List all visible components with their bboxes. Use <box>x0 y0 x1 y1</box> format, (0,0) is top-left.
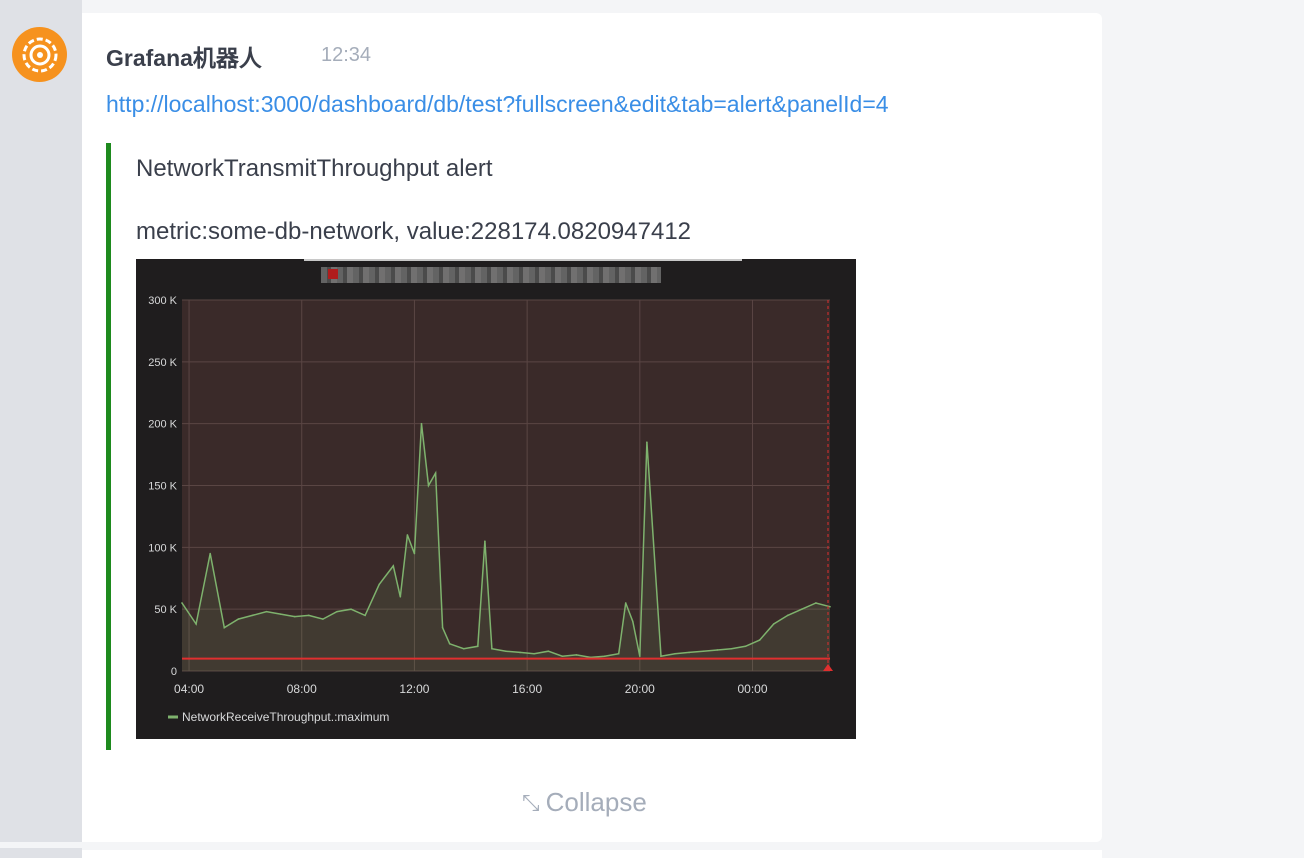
collapse-arrows-icon: ⤡ <box>522 789 540 815</box>
series-point <box>350 608 352 610</box>
series-point <box>688 651 690 654</box>
y-tick-label: 300 K <box>148 295 177 307</box>
series-point <box>772 623 775 625</box>
series-point <box>364 614 366 617</box>
series-point <box>491 647 493 650</box>
grafana-swirl-glyph <box>22 37 57 72</box>
x-tick-label: 16:00 <box>512 682 542 696</box>
series-point <box>716 649 719 651</box>
left-rail <box>0 0 82 842</box>
series-point <box>441 626 444 629</box>
series-point <box>434 472 437 474</box>
series-point <box>420 422 423 425</box>
series-point <box>744 645 747 648</box>
message-card: Grafana机器人 12:34 http://localhost:3000/d… <box>82 13 1102 842</box>
series-point <box>631 620 634 623</box>
series-point <box>617 652 620 655</box>
series-point <box>462 647 465 650</box>
series-point <box>702 650 705 653</box>
series-point <box>448 642 451 645</box>
series-point <box>505 650 507 653</box>
series-point <box>413 552 416 555</box>
series-point <box>427 484 430 487</box>
series-point <box>378 583 381 586</box>
alert-title: NetworkTransmitThroughput alert <box>136 155 493 182</box>
series-point <box>624 602 627 604</box>
series-point <box>758 639 761 641</box>
x-tick-label: 04:00 <box>174 682 204 696</box>
series-point <box>406 534 409 536</box>
alert-metric: metric:some-db-network, value:228174.082… <box>136 218 692 245</box>
message-timestamp: 12:34 <box>321 44 372 66</box>
alert-graph-image[interactable]: 0 50 K 100 K 150 K 200 K 250 K 300 K 04:00 08:00… <box>136 259 856 739</box>
series-point <box>322 618 324 620</box>
legend-label: NetworkReceiveThroughput.:maximum <box>182 710 389 724</box>
x-tick-label: 08:00 <box>287 682 317 696</box>
y-tick-label: 200 K <box>148 419 177 431</box>
collapse-button[interactable]: ⤡ Collapse <box>522 787 647 818</box>
series-point <box>209 552 211 555</box>
x-tick-label: 00:00 <box>738 682 768 696</box>
series-point <box>265 610 268 613</box>
series-point <box>730 647 733 650</box>
series-point <box>223 626 226 629</box>
collapse-label: Collapse <box>545 787 647 817</box>
series-point <box>237 618 240 620</box>
series-point <box>639 655 641 657</box>
dashboard-link[interactable]: http://localhost:3000/dashboard/db/test?… <box>106 91 889 118</box>
series-point <box>484 540 486 542</box>
grafana-logo-icon[interactable] <box>12 27 67 82</box>
next-message-card <box>82 850 1102 858</box>
series-point <box>399 596 402 598</box>
series-point <box>575 654 578 656</box>
network-throughput-chart: 0 50 K 100 K 150 K 200 K 250 K 300 K 04:00 08:00… <box>148 295 833 724</box>
series-point <box>603 655 606 657</box>
attachment-quote-bar <box>106 143 111 750</box>
series-point <box>293 615 296 618</box>
series-point <box>829 605 831 608</box>
series-point <box>519 651 521 654</box>
series-point <box>336 610 338 613</box>
series-point <box>477 645 479 648</box>
series-point <box>547 650 550 653</box>
series-point <box>786 614 789 617</box>
series-point <box>815 602 817 604</box>
y-tick-label: 100 K <box>148 542 177 554</box>
series-point <box>674 652 676 655</box>
series-point <box>660 655 662 657</box>
series-point <box>646 441 648 444</box>
y-tick-label: 0 <box>171 666 177 678</box>
series-point <box>561 655 564 657</box>
series-point <box>801 608 803 610</box>
series-point <box>392 565 395 567</box>
series-point <box>279 613 282 615</box>
next-message-rail <box>0 848 82 858</box>
y-tick-label: 50 K <box>154 604 177 616</box>
y-tick-label: 150 K <box>148 481 177 493</box>
x-tick-label: 12:00 <box>399 682 429 696</box>
series-point <box>251 614 254 617</box>
y-tick-label: 250 K <box>148 357 177 369</box>
sender-name[interactable]: Grafana机器人 <box>106 39 262 73</box>
series-point <box>533 652 535 655</box>
series-point <box>181 602 183 604</box>
series-point <box>195 623 197 625</box>
series-point <box>307 614 310 617</box>
x-tick-label: 20:00 <box>625 682 655 696</box>
